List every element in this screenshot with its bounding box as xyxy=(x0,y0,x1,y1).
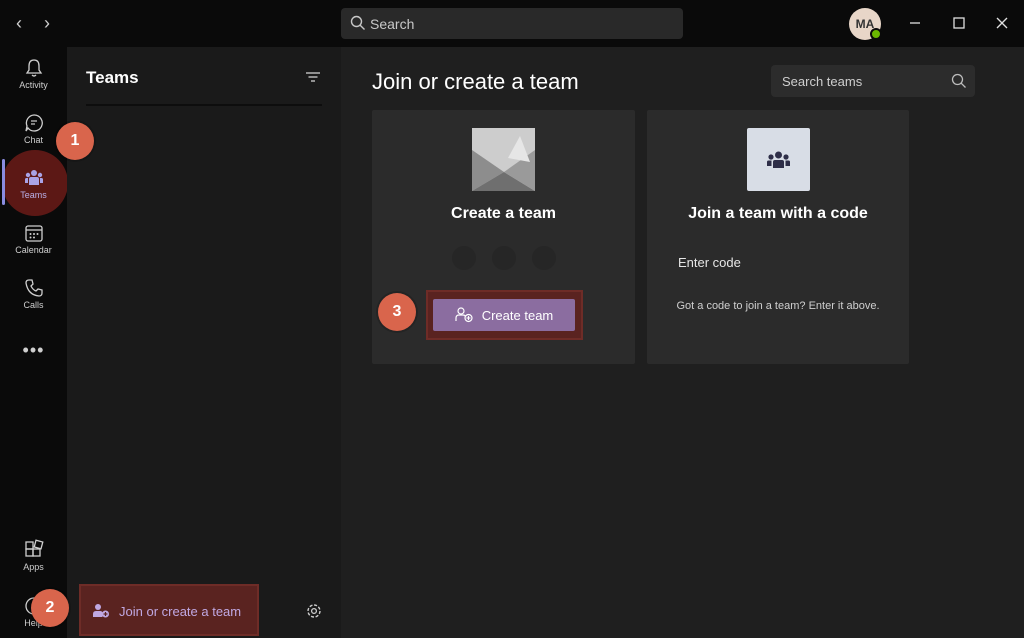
add-people-icon xyxy=(455,307,473,323)
placeholder-avatar xyxy=(492,246,516,270)
more-apps-icon[interactable]: ••• xyxy=(0,340,67,361)
add-people-icon xyxy=(93,604,109,618)
rail-item-label: Apps xyxy=(23,562,44,572)
page-title: Join or create a team xyxy=(372,69,579,94)
join-code-illustration xyxy=(747,128,810,191)
join-or-create-team-button[interactable]: Join or create a team xyxy=(92,599,241,623)
bell-icon xyxy=(25,59,42,77)
create-team-illustration xyxy=(472,128,535,191)
step-badge-3: 3 xyxy=(378,293,416,331)
create-team-button[interactable]: Create team xyxy=(433,299,575,331)
teams-icon xyxy=(24,170,43,185)
rail-item-label: Activity xyxy=(19,80,48,90)
global-search-input[interactable] xyxy=(370,8,670,39)
placeholder-avatar xyxy=(452,246,476,270)
placeholder-avatars xyxy=(452,246,556,270)
create-team-button-label: Create team xyxy=(481,307,554,323)
title-bar: ‹ › MA xyxy=(0,0,1024,47)
step-badge-1: 1 xyxy=(56,122,94,160)
panel-divider xyxy=(86,104,322,106)
rail-item-label: Calls xyxy=(23,300,44,310)
main-content: Join or create a team Create a team xyxy=(341,47,1024,638)
rail-item-label: Calendar xyxy=(15,245,52,255)
rail-item-label: Teams xyxy=(20,190,47,200)
calendar-icon xyxy=(24,225,43,242)
chat-icon xyxy=(24,114,43,132)
rail-item-apps[interactable]: Apps xyxy=(0,535,67,585)
filter-icon[interactable] xyxy=(305,69,321,85)
search-teams-box[interactable] xyxy=(771,65,975,97)
forward-arrow-icon[interactable]: › xyxy=(37,12,57,34)
search-icon xyxy=(350,15,365,30)
join-with-code-title: Join a team with a code xyxy=(688,205,868,222)
search-teams-input[interactable] xyxy=(782,65,942,97)
rail-item-teams[interactable]: Teams xyxy=(0,163,67,213)
search-icon xyxy=(951,73,966,88)
create-team-title: Create a team xyxy=(451,205,556,222)
join-or-create-team-label: Join or create a team xyxy=(119,603,242,619)
create-team-card[interactable]: Create a team Create team xyxy=(372,110,635,364)
rail-item-calls[interactable]: Calls xyxy=(0,273,67,323)
teams-icon xyxy=(767,151,790,168)
global-search[interactable] xyxy=(341,8,683,39)
phone-icon xyxy=(24,279,43,297)
join-with-code-card: Join a team with a code Got a code to jo… xyxy=(647,110,909,364)
step-badge-2: 2 xyxy=(31,589,69,627)
join-code-hint: Got a code to join a team? Enter it abov… xyxy=(676,300,880,312)
panel-title: Teams xyxy=(86,68,139,87)
presence-available-icon xyxy=(870,28,882,40)
teams-panel: Teams Join or create a team xyxy=(67,47,341,638)
rail-item-calendar[interactable]: Calendar xyxy=(0,218,67,268)
placeholder-avatar xyxy=(532,246,556,270)
rail-item-activity[interactable]: Activity xyxy=(0,53,67,103)
minimize-icon[interactable] xyxy=(904,12,926,34)
back-arrow-icon[interactable]: ‹ xyxy=(9,12,29,34)
maximize-icon[interactable] xyxy=(948,12,970,34)
apps-icon xyxy=(24,539,44,557)
team-code-input[interactable] xyxy=(678,250,878,274)
gear-icon[interactable] xyxy=(305,602,323,620)
close-icon[interactable] xyxy=(991,12,1013,34)
